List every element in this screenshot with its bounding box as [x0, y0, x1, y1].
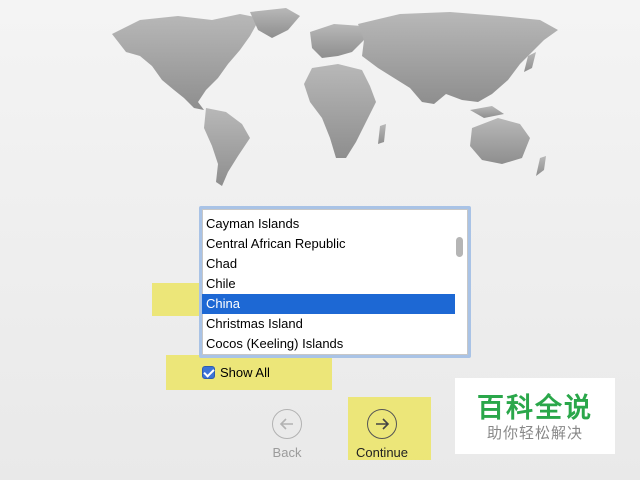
show-all-option[interactable]: Show All	[202, 364, 270, 380]
watermark-subtitle: 助你轻松解决	[486, 425, 583, 442]
arrow-right-circle-icon	[367, 409, 397, 439]
show-all-checkbox[interactable]	[202, 365, 215, 379]
country-item[interactable]: Chile	[202, 274, 455, 294]
country-items: Cayman Islands Central African Republic Ch…	[202, 209, 468, 354]
country-list[interactable]: Cayman Islands Central African Republic Ch…	[199, 206, 471, 358]
country-item[interactable]: Central African Republic	[202, 234, 455, 254]
country-item[interactable]: Cocos (Keeling) Islands	[202, 334, 455, 354]
country-item-selected[interactable]: China	[202, 294, 455, 314]
arrow-left-circle-icon	[272, 409, 302, 439]
continue-button[interactable]: Continue	[342, 409, 422, 460]
country-item[interactable]: Chad	[202, 254, 455, 274]
country-item[interactable]: Christmas Island	[202, 314, 455, 334]
world-map-icon	[112, 8, 558, 186]
list-scrollbar[interactable]	[456, 237, 463, 257]
continue-label: Continue	[355, 445, 409, 460]
back-label: Back	[272, 445, 302, 460]
back-button[interactable]: Back	[247, 409, 327, 460]
country-item[interactable]: Cayman Islands	[202, 214, 455, 234]
watermark-title: 百科全说	[477, 393, 593, 423]
watermark: 百科全说 助你轻松解决	[455, 378, 615, 454]
show-all-label: Show All	[220, 364, 270, 380]
